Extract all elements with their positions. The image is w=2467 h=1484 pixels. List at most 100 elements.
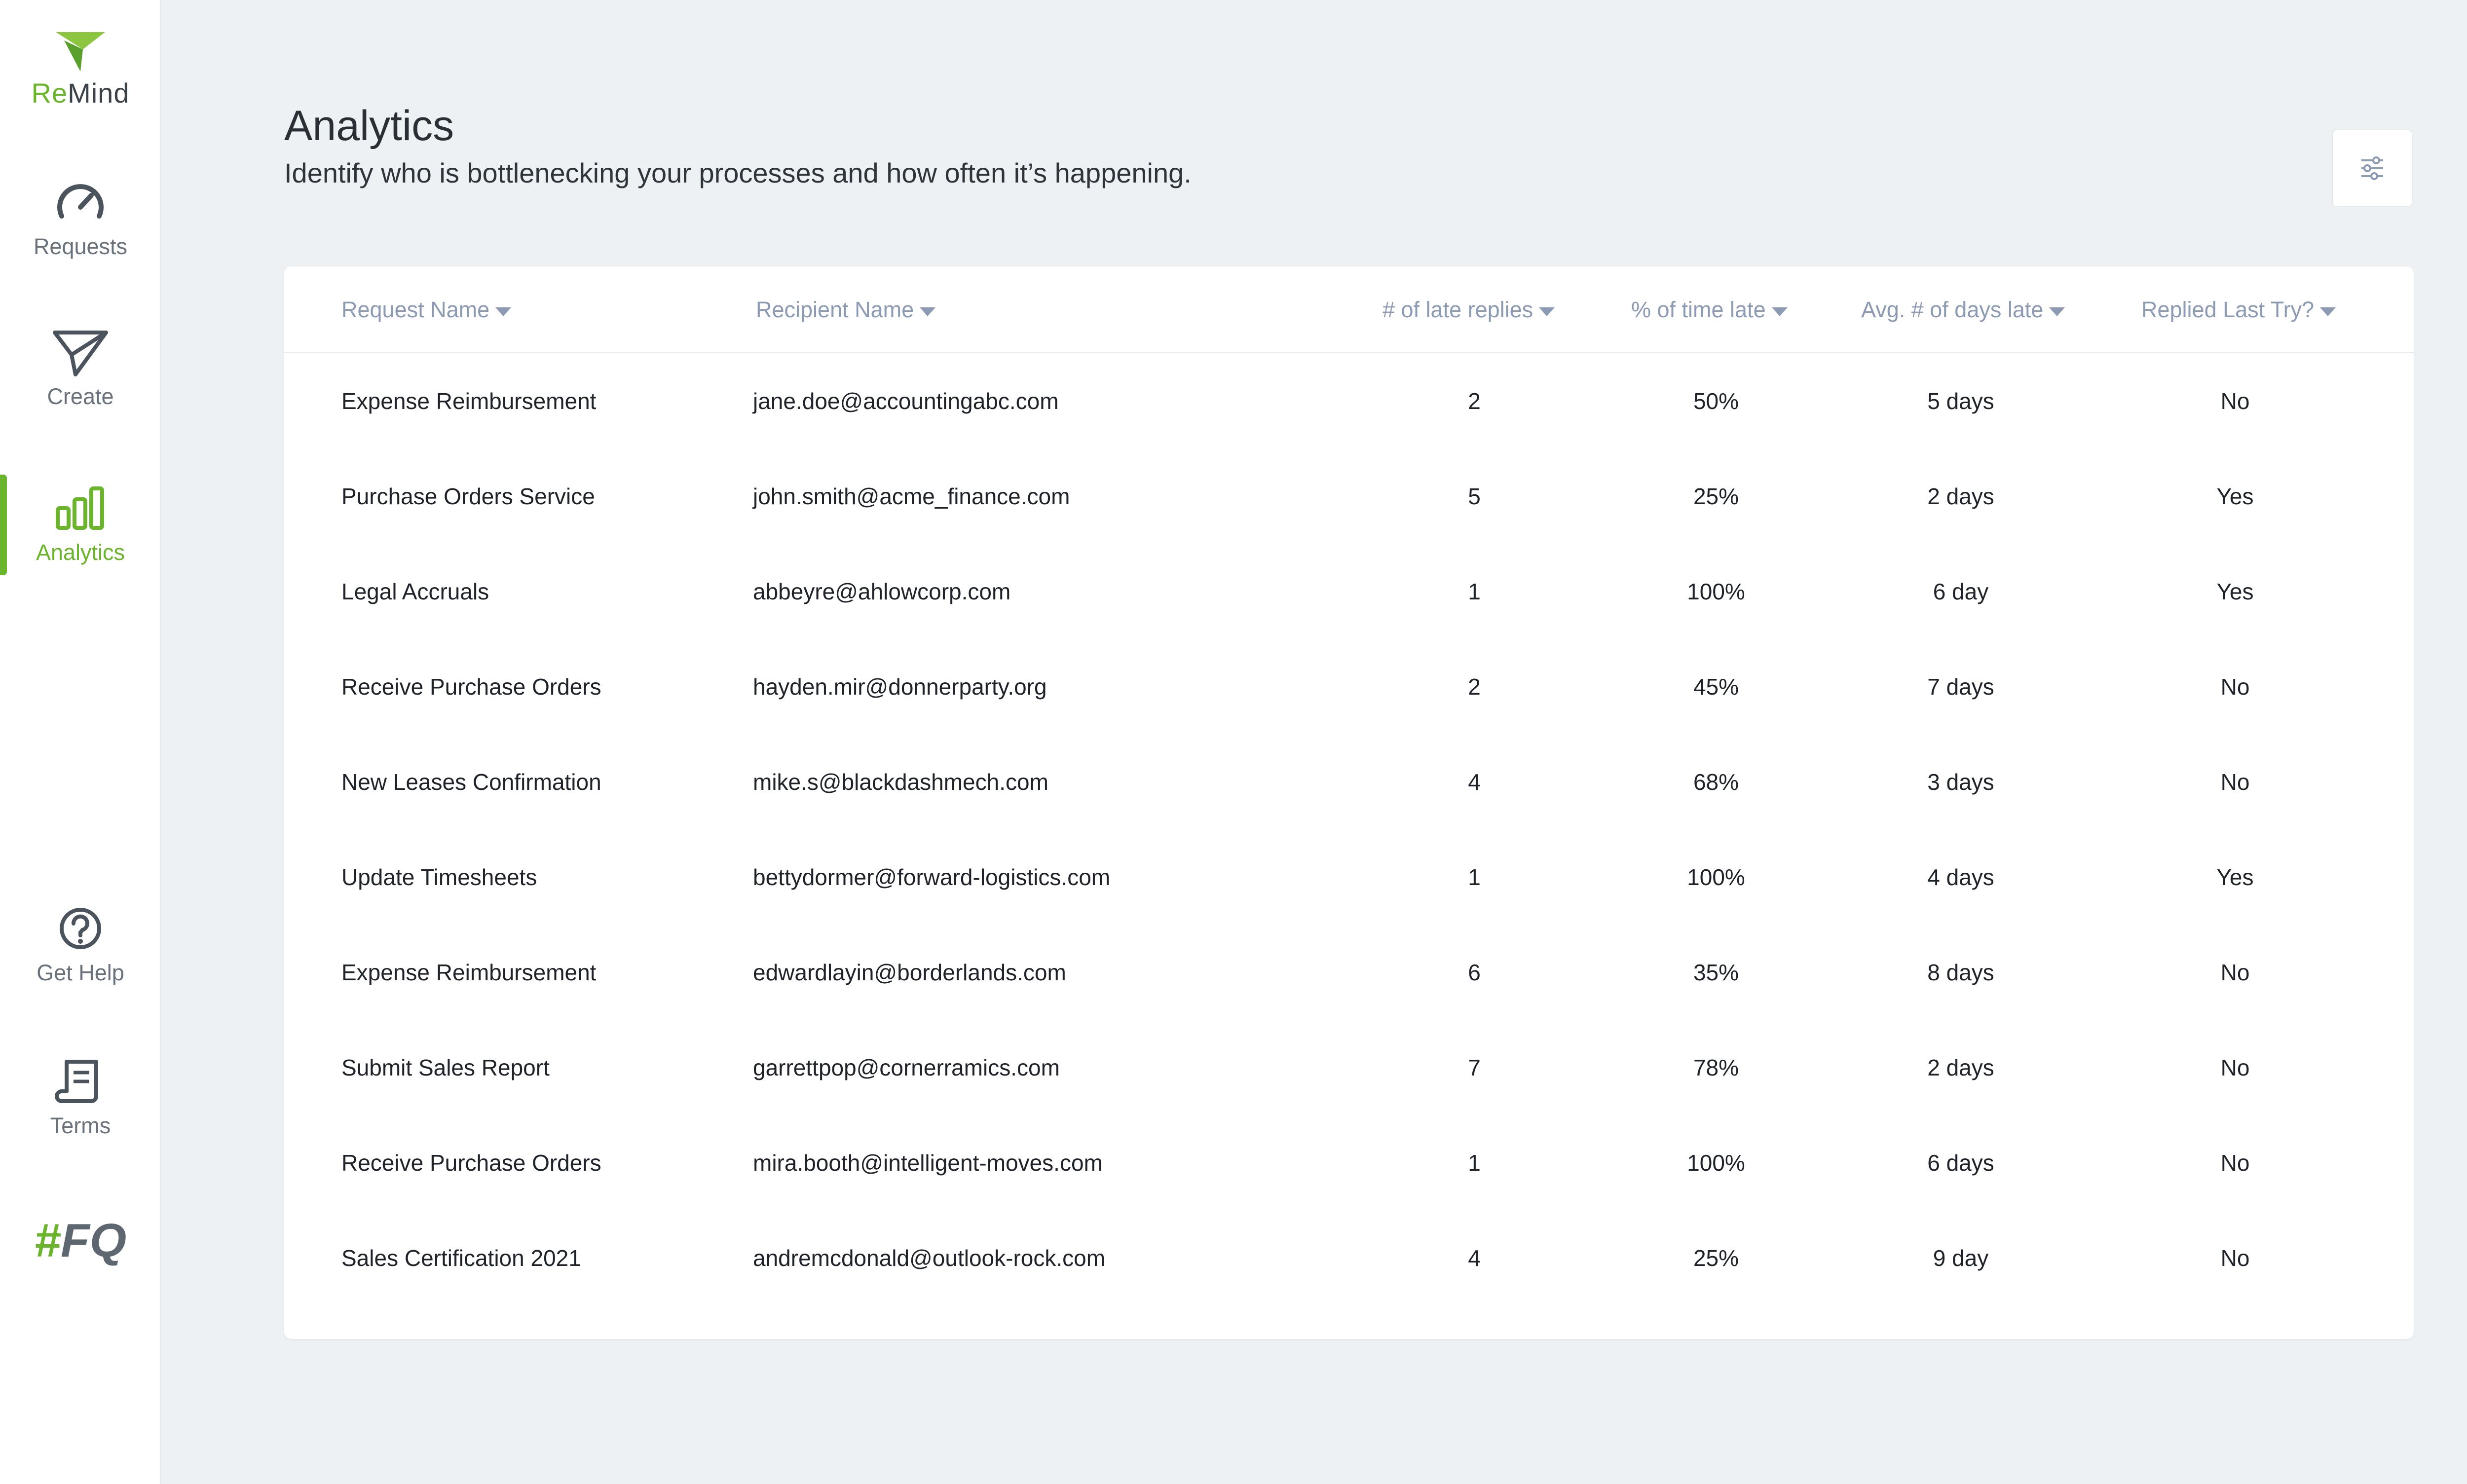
cell-percent-late: 100% — [1687, 1150, 1745, 1176]
sidebar-item-create[interactable]: Create — [0, 328, 161, 409]
sort-caret-icon — [495, 307, 512, 316]
cell-percent-late: 25% — [1693, 1245, 1739, 1271]
cell-replied-last-try: No — [2220, 1054, 2250, 1080]
page-subtitle: Identify who is bottlenecking your proce… — [284, 157, 1192, 188]
cell-late-replies: 4 — [1468, 1245, 1481, 1271]
cell-recipient: bettydormer@forward-logistics.com — [753, 864, 1111, 890]
cell-avg-days-late: 6 days — [1927, 1150, 1994, 1176]
cell-replied-last-try: No — [2220, 673, 2250, 700]
cell-percent-late: 45% — [1693, 673, 1739, 700]
cell-recipient: jane.doe@accountingabc.com — [753, 388, 1059, 414]
page-title: Analytics — [284, 102, 454, 149]
cell-recipient: andremcdonald@outlook-rock.com — [753, 1245, 1106, 1271]
cell-recipient: garrettpop@cornerramics.com — [753, 1054, 1060, 1080]
cell-replied-last-try: No — [2220, 1245, 2250, 1271]
cell-avg-days-late: 3 days — [1927, 769, 1994, 795]
cell-avg-days-late: 2 days — [1927, 1054, 1994, 1080]
column-header-late-replies[interactable]: # of late replies — [1383, 266, 1555, 353]
table-row[interactable]: Legal Accruals abbeyre@ahlowcorp.com 1 1… — [284, 544, 2414, 639]
column-header-percent-late[interactable]: % of time late — [1631, 266, 1788, 353]
cell-late-replies: 1 — [1468, 578, 1481, 604]
cell-percent-late: 100% — [1687, 578, 1745, 604]
table-body: Expense Reimbursement jane.doe@accountin… — [284, 353, 2414, 1305]
cell-recipient: hayden.mir@donnerparty.org — [753, 673, 1047, 700]
sidebar-item-label: Terms — [50, 1113, 111, 1138]
column-header-replied-last-try[interactable]: Replied Last Try? — [2141, 266, 2336, 353]
sidebar-item-terms[interactable]: Terms — [0, 1057, 161, 1139]
cell-avg-days-late: 6 day — [1933, 578, 1989, 604]
sort-caret-icon — [2049, 307, 2065, 316]
sidebar-item-label: Get Help — [37, 960, 124, 985]
cell-percent-late: 68% — [1693, 769, 1739, 795]
logo-text: ReMind — [31, 77, 130, 109]
sort-caret-icon — [2320, 307, 2336, 316]
cell-late-replies: 2 — [1468, 673, 1481, 700]
cell-request-name: Sales Certification 2021 — [341, 1245, 581, 1271]
column-header-avg-days-late[interactable]: Avg. # of days late — [1861, 266, 2065, 353]
remind-logo[interactable]: ReMind — [0, 30, 161, 109]
analytics-table: Request Name Recipient Name # of late re… — [284, 266, 2414, 1339]
sort-caret-icon — [1771, 307, 1788, 316]
cell-replied-last-try: Yes — [2216, 483, 2254, 509]
sidebar-item-label: Create — [47, 384, 114, 409]
sidebar-item-requests[interactable]: Requests — [0, 178, 161, 260]
cell-percent-late: 100% — [1687, 864, 1745, 890]
app-root: ReMind Requests Create Analytics Get Hel… — [0, 0, 2467, 1484]
speedometer-icon — [57, 184, 104, 219]
cell-late-replies: 4 — [1468, 769, 1481, 795]
cell-late-replies: 5 — [1468, 483, 1481, 509]
cell-replied-last-try: Yes — [2216, 578, 2254, 604]
cell-request-name: New Leases Confirmation — [341, 769, 601, 795]
cell-percent-late: 50% — [1693, 388, 1739, 414]
cell-replied-last-try: Yes — [2216, 864, 2254, 890]
sidebar-item-label: Requests — [33, 234, 128, 259]
cell-avg-days-late: 7 days — [1927, 673, 1994, 700]
table-header: Request Name Recipient Name # of late re… — [284, 266, 2414, 353]
cell-recipient: edwardlayin@borderlands.com — [753, 959, 1066, 985]
table-row[interactable]: Expense Reimbursement edwardlayin@border… — [284, 925, 2414, 1020]
cell-replied-last-try: No — [2220, 388, 2250, 414]
sidebar-item-analytics[interactable]: Analytics — [0, 483, 161, 565]
sidebar: ReMind Requests Create Analytics Get Hel… — [0, 0, 161, 1484]
table-row[interactable]: Receive Purchase Orders mira.booth@intel… — [284, 1115, 2414, 1210]
cell-replied-last-try: No — [2220, 769, 2250, 795]
filter-settings-button[interactable] — [2332, 129, 2413, 207]
cell-request-name: Submit Sales Report — [341, 1054, 550, 1080]
cell-request-name: Receive Purchase Orders — [341, 1150, 601, 1176]
table-row[interactable]: Purchase Orders Service john.smith@acme_… — [284, 448, 2414, 544]
cell-request-name: Receive Purchase Orders — [341, 673, 601, 700]
column-header-request-name[interactable]: Request Name — [341, 266, 512, 353]
cell-replied-last-try: No — [2220, 959, 2250, 985]
sort-caret-icon — [1539, 307, 1555, 316]
cell-request-name: Expense Reimbursement — [341, 388, 597, 414]
cell-percent-late: 35% — [1693, 959, 1739, 985]
table-row[interactable]: Submit Sales Report garrettpop@cornerram… — [284, 1020, 2414, 1115]
cell-request-name: Update Timesheets — [341, 864, 537, 890]
cell-recipient: abbeyre@ahlowcorp.com — [753, 578, 1011, 604]
sliders-icon — [2361, 156, 2383, 180]
cell-avg-days-late: 5 days — [1927, 388, 1994, 414]
logo-mark-icon — [56, 32, 105, 72]
table-row[interactable]: Sales Certification 2021 andremcdonald@o… — [284, 1210, 2414, 1305]
column-header-recipient-name[interactable]: Recipient Name — [756, 266, 936, 353]
cell-percent-late: 25% — [1693, 483, 1739, 509]
bar-chart-icon — [56, 486, 104, 530]
sidebar-item-get-help[interactable]: Get Help — [0, 904, 161, 986]
table-row[interactable]: Receive Purchase Orders hayden.mir@donne… — [284, 639, 2414, 734]
help-circle-icon — [60, 908, 101, 949]
table-row[interactable]: Update Timesheets bettydormer@forward-lo… — [284, 829, 2414, 925]
paper-plane-icon — [53, 331, 108, 376]
cell-late-replies: 2 — [1468, 388, 1481, 414]
cell-recipient: mira.booth@intelligent-moves.com — [753, 1150, 1103, 1176]
cell-replied-last-try: No — [2220, 1150, 2250, 1176]
cell-recipient: john.smith@acme_finance.com — [753, 483, 1070, 509]
cell-late-replies: 7 — [1468, 1054, 1481, 1080]
cell-percent-late: 78% — [1693, 1054, 1739, 1080]
cell-late-replies: 6 — [1468, 959, 1481, 985]
cell-request-name: Purchase Orders Service — [341, 483, 595, 509]
table-row[interactable]: New Leases Confirmation mike.s@blackdash… — [284, 734, 2414, 829]
sidebar-item-label: Analytics — [36, 540, 125, 565]
table-row[interactable]: Expense Reimbursement jane.doe@accountin… — [284, 353, 2414, 448]
sort-caret-icon — [920, 307, 936, 316]
cell-avg-days-late: 8 days — [1927, 959, 1994, 985]
